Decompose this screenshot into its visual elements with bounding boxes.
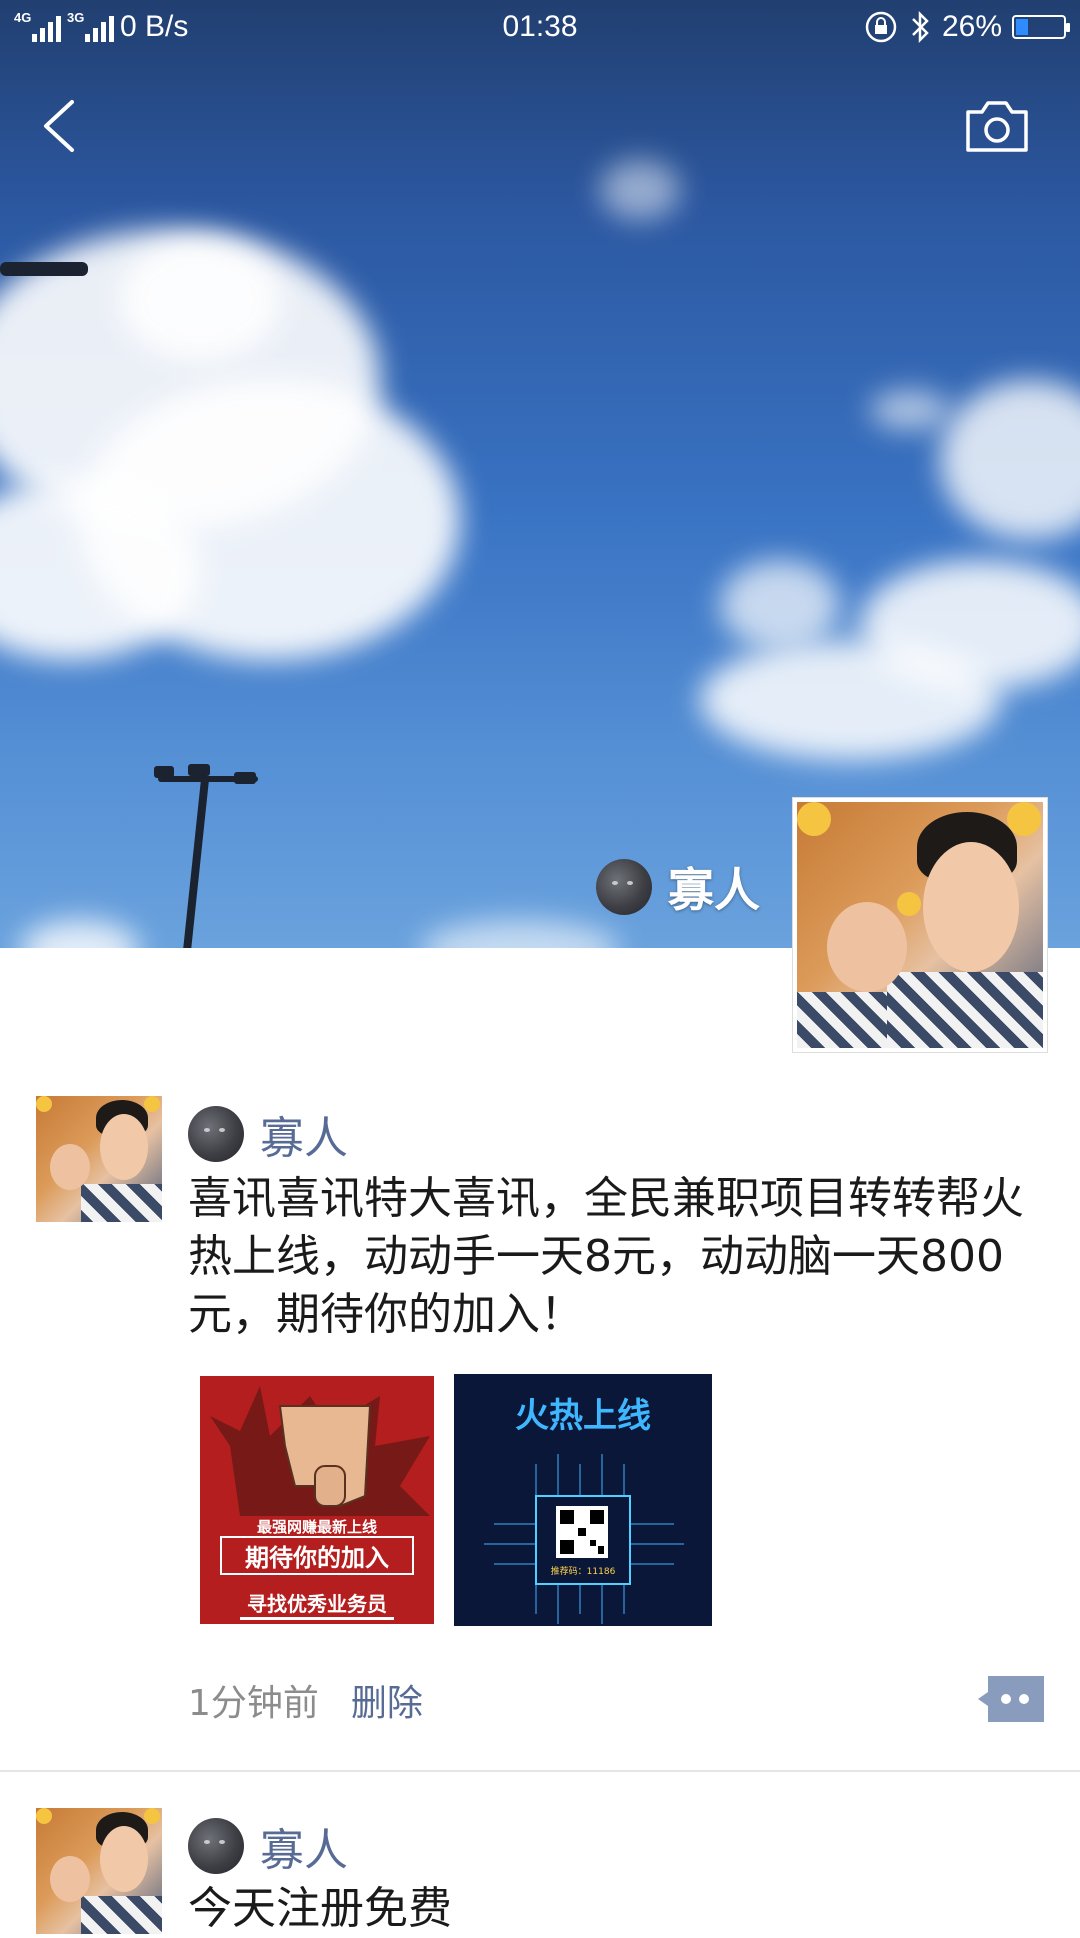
post-author-row: 寡人 [188, 1814, 348, 1878]
post-author-name[interactable]: 寡人 [260, 1814, 348, 1878]
post-image-line-3: 寻找优秀业务员 [240, 1588, 394, 1620]
status-right: 26% [864, 10, 1070, 44]
moon-emoji-icon [188, 1818, 244, 1874]
circuit-board-illustration [484, 1454, 684, 1624]
back-button[interactable] [36, 96, 86, 156]
delete-post-link[interactable]: 删除 [351, 1674, 423, 1726]
battery-percent: 26% [941, 10, 1002, 43]
status-bar: 4G 3G 0 B/s 01:38 26% [0, 0, 1080, 56]
post-text: 喜讯喜讯特大喜讯，全民兼职项目转转帮火热上线，动动手一天8元，动动脑一天800元… [188, 1173, 1024, 1340]
post-avatar[interactable] [36, 1808, 162, 1934]
post-avatar[interactable] [36, 1096, 162, 1222]
profile-name-row: 寡人 [596, 854, 760, 920]
post-image-line-1: 最强网赚最新上线 [256, 1518, 377, 1536]
post-divider [0, 1770, 1080, 1772]
camera-button[interactable] [964, 98, 1030, 154]
post-image[interactable]: 最强网赚最新上线 期待你的加入 寻找优秀业务员 [198, 1374, 436, 1626]
bluetooth-icon [912, 10, 929, 44]
profile-name: 寡人 [668, 863, 760, 917]
rotation-lock-icon [865, 11, 897, 43]
post-image[interactable]: 火热上线 推荐码：11186 [454, 1374, 712, 1626]
post-author-row: 寡人 [188, 1102, 348, 1166]
profile-avatar[interactable] [793, 798, 1047, 1052]
battery-icon [1012, 15, 1070, 39]
post-author-name[interactable]: 寡人 [260, 1102, 348, 1166]
moon-emoji-icon [188, 1106, 244, 1162]
referral-code-label: 推荐码：11186 [550, 1567, 616, 1577]
post-image-line-2: 期待你的加入 [220, 1536, 414, 1575]
moon-emoji-icon [596, 859, 652, 915]
post-text: 今天注册免费 [188, 1883, 452, 1934]
post-meta: 1分钟前 删除 [188, 1674, 423, 1726]
comment-menu-icon[interactable] [978, 1676, 1044, 1722]
post-time: 1分钟前 [188, 1683, 319, 1724]
